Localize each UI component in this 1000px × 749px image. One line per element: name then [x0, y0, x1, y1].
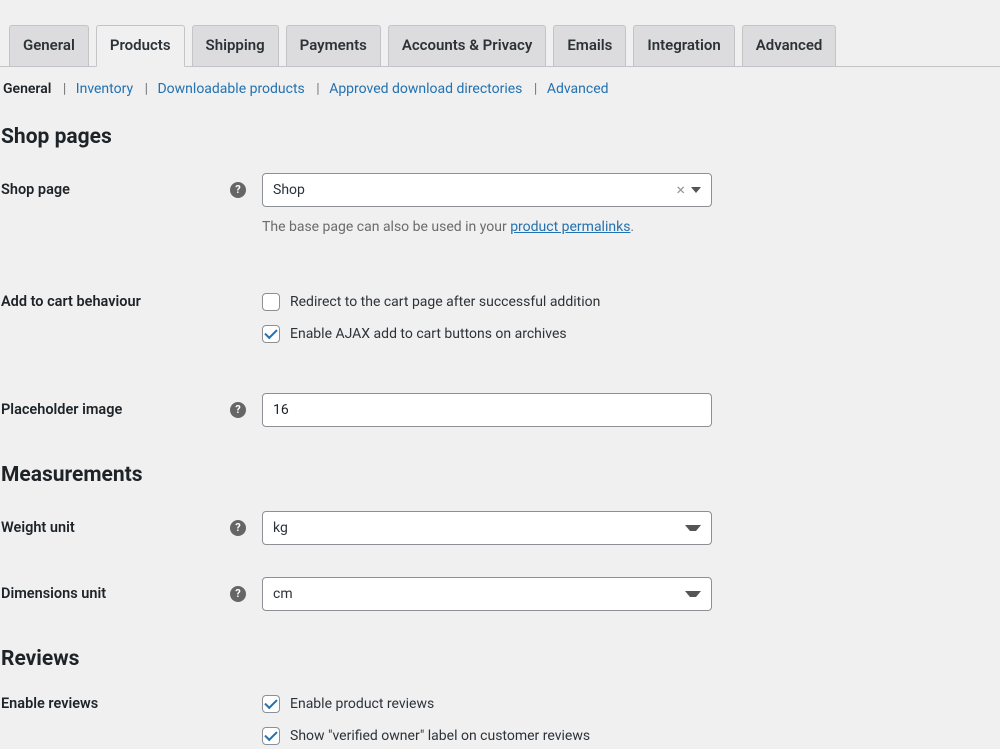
checkbox-verified-owner[interactable] [262, 727, 280, 745]
subnav-general[interactable]: General [3, 81, 51, 97]
tab-shipping[interactable]: Shipping [192, 25, 279, 66]
label-enable-reviews: Enable reviews [0, 695, 98, 712]
placeholder-image-value: 16 [273, 402, 289, 418]
clear-icon[interactable]: × [676, 180, 685, 199]
tab-accounts-privacy[interactable]: Accounts & Privacy [388, 25, 547, 66]
shop-page-help: The base page can also be used in your p… [262, 217, 712, 238]
checkbox-enable-reviews[interactable] [262, 695, 280, 713]
tab-advanced[interactable]: Advanced [742, 25, 837, 66]
products-subnav: General | Inventory | Downloadable produ… [0, 67, 1000, 97]
tab-payments[interactable]: Payments [286, 25, 381, 66]
section-shop-pages: Shop pages [0, 125, 1000, 149]
label-add-to-cart: Add to cart behaviour [0, 293, 141, 310]
settings-tabs: General Products Shipping Payments Accou… [0, 0, 1000, 67]
label-redirect-cart: Redirect to the cart page after successf… [290, 294, 600, 310]
label-verified-owner: Show "verified owner" label on customer … [290, 728, 590, 744]
label-shop-page: Shop page [0, 181, 70, 198]
shop-page-select[interactable]: Shop × [262, 173, 712, 207]
label-weight-unit: Weight unit [0, 519, 75, 536]
tab-products[interactable]: Products [96, 25, 185, 67]
subnav-advanced[interactable]: Advanced [547, 81, 609, 97]
shop-page-value: Shop [273, 182, 676, 198]
tab-emails[interactable]: Emails [553, 25, 626, 66]
weight-unit-value: kg [273, 520, 685, 536]
help-icon[interactable]: ? [230, 402, 246, 418]
label-enable-product-reviews: Enable product reviews [290, 696, 434, 712]
tab-general[interactable]: General [9, 25, 89, 66]
help-icon[interactable]: ? [230, 586, 246, 602]
section-reviews: Reviews [0, 647, 1000, 671]
label-ajax-cart: Enable AJAX add to cart buttons on archi… [290, 326, 567, 342]
subnav-separator: | [316, 81, 319, 97]
chevron-down-icon [685, 591, 701, 597]
help-text-prefix: The base page can also be used in your [262, 219, 510, 235]
product-permalinks-link[interactable]: product permalinks [510, 219, 630, 235]
section-measurements: Measurements [0, 463, 1000, 487]
weight-unit-select[interactable]: kg [262, 511, 712, 545]
subnav-separator: | [534, 81, 537, 97]
help-icon[interactable]: ? [230, 182, 246, 198]
dimensions-unit-value: cm [273, 586, 685, 602]
help-text-suffix: . [630, 219, 634, 235]
chevron-down-icon [685, 525, 701, 531]
subnav-downloadable[interactable]: Downloadable products [157, 81, 304, 97]
label-placeholder-image: Placeholder image [0, 401, 122, 418]
chevron-down-icon [691, 187, 701, 193]
subnav-separator: | [145, 81, 148, 97]
subnav-inventory[interactable]: Inventory [76, 81, 133, 97]
checkbox-redirect-cart[interactable] [262, 293, 280, 311]
placeholder-image-input[interactable]: 16 [262, 393, 712, 427]
dimensions-unit-select[interactable]: cm [262, 577, 712, 611]
checkbox-ajax-cart[interactable] [262, 325, 280, 343]
tab-integration[interactable]: Integration [633, 25, 734, 66]
label-dimensions-unit: Dimensions unit [0, 585, 106, 602]
subnav-approved-dirs[interactable]: Approved download directories [329, 81, 522, 97]
help-icon[interactable]: ? [230, 520, 246, 536]
subnav-separator: | [63, 81, 66, 97]
